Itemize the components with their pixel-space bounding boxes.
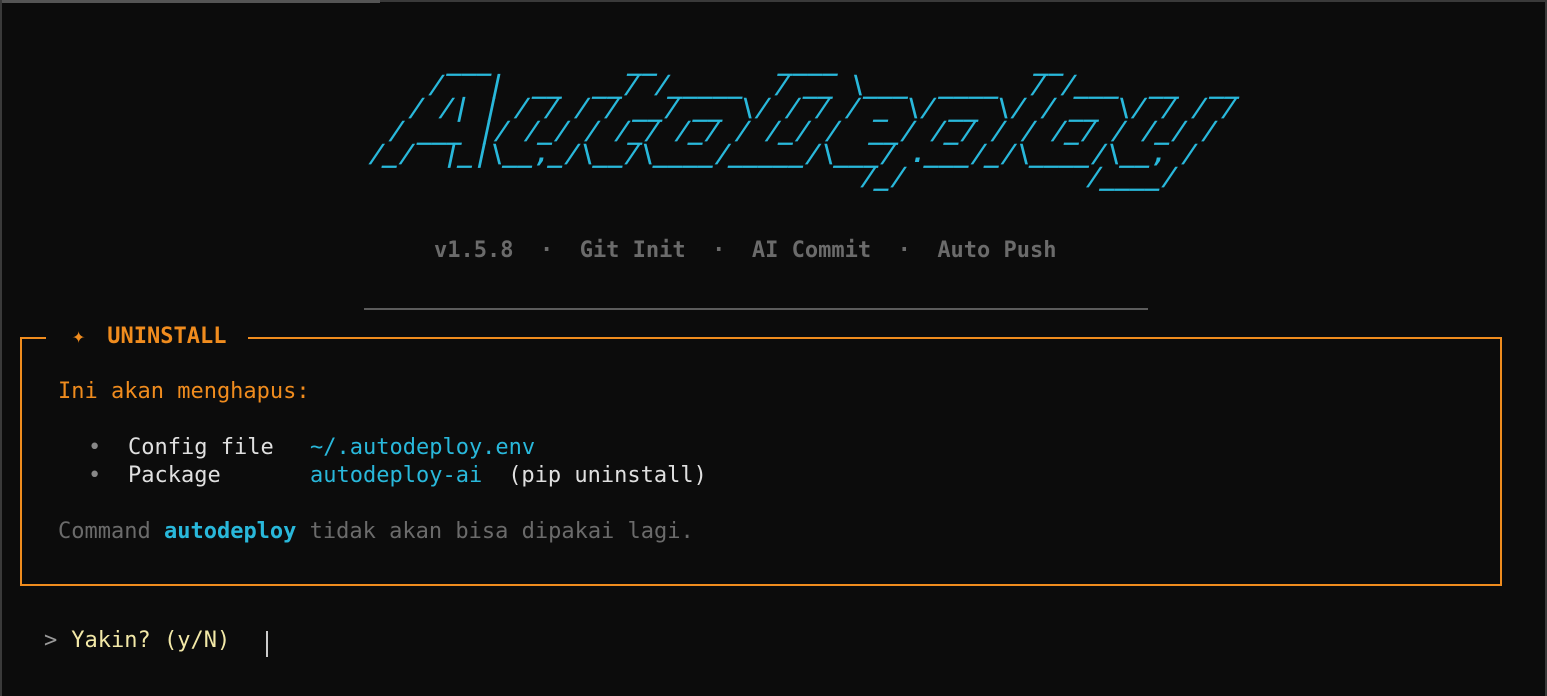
version-subtitle: v1.5.8 · Git Init · AI Commit · Auto Pus…: [434, 238, 1057, 263]
sparkle-icon: ✦: [72, 324, 86, 349]
item-label: Package: [128, 463, 221, 488]
list-item-package: • Package autodeploy-ai (pip uninstall): [88, 463, 707, 488]
warning-text: Ini akan menghapus:: [58, 379, 310, 404]
divider: [364, 308, 1148, 310]
item-label: Config file: [128, 435, 274, 460]
prompt-arrow-icon: >: [44, 628, 58, 653]
command-name: autodeploy: [163, 519, 297, 544]
window-tab-highlight: [0, 0, 380, 3]
panel-title-label: UNINSTALL: [107, 324, 227, 349]
text-cursor[interactable]: [266, 631, 268, 657]
ascii-banner-logo: ___ __ ____ __ / | __ __/ /_____ / __ \_…: [361, 47, 1246, 191]
bullet-icon: •: [88, 463, 102, 488]
list-item-config: • Config file ~/.autodeploy.env: [88, 435, 535, 460]
item-note: (pip uninstall): [508, 463, 707, 488]
window-left-border: [0, 0, 2, 696]
item-value: autodeploy-ai: [310, 463, 483, 488]
confirm-prompt[interactable]: > Yakin? (y/N): [44, 628, 230, 653]
prompt-question: Yakin? (y/N): [71, 628, 231, 653]
consequence-note: Command autodeploy tidak akan bisa dipak…: [58, 519, 694, 544]
panel-title: ✦ UNINSTALL: [46, 323, 249, 351]
uninstall-panel: ✦ UNINSTALL Ini akan menghapus: • Config f…: [20, 323, 1502, 586]
note-suffix: tidak akan bisa dipakai lagi.: [296, 519, 694, 544]
bullet-icon: •: [88, 435, 102, 460]
item-value: ~/.autodeploy.env: [310, 435, 536, 460]
note-prefix: Command: [58, 519, 164, 544]
